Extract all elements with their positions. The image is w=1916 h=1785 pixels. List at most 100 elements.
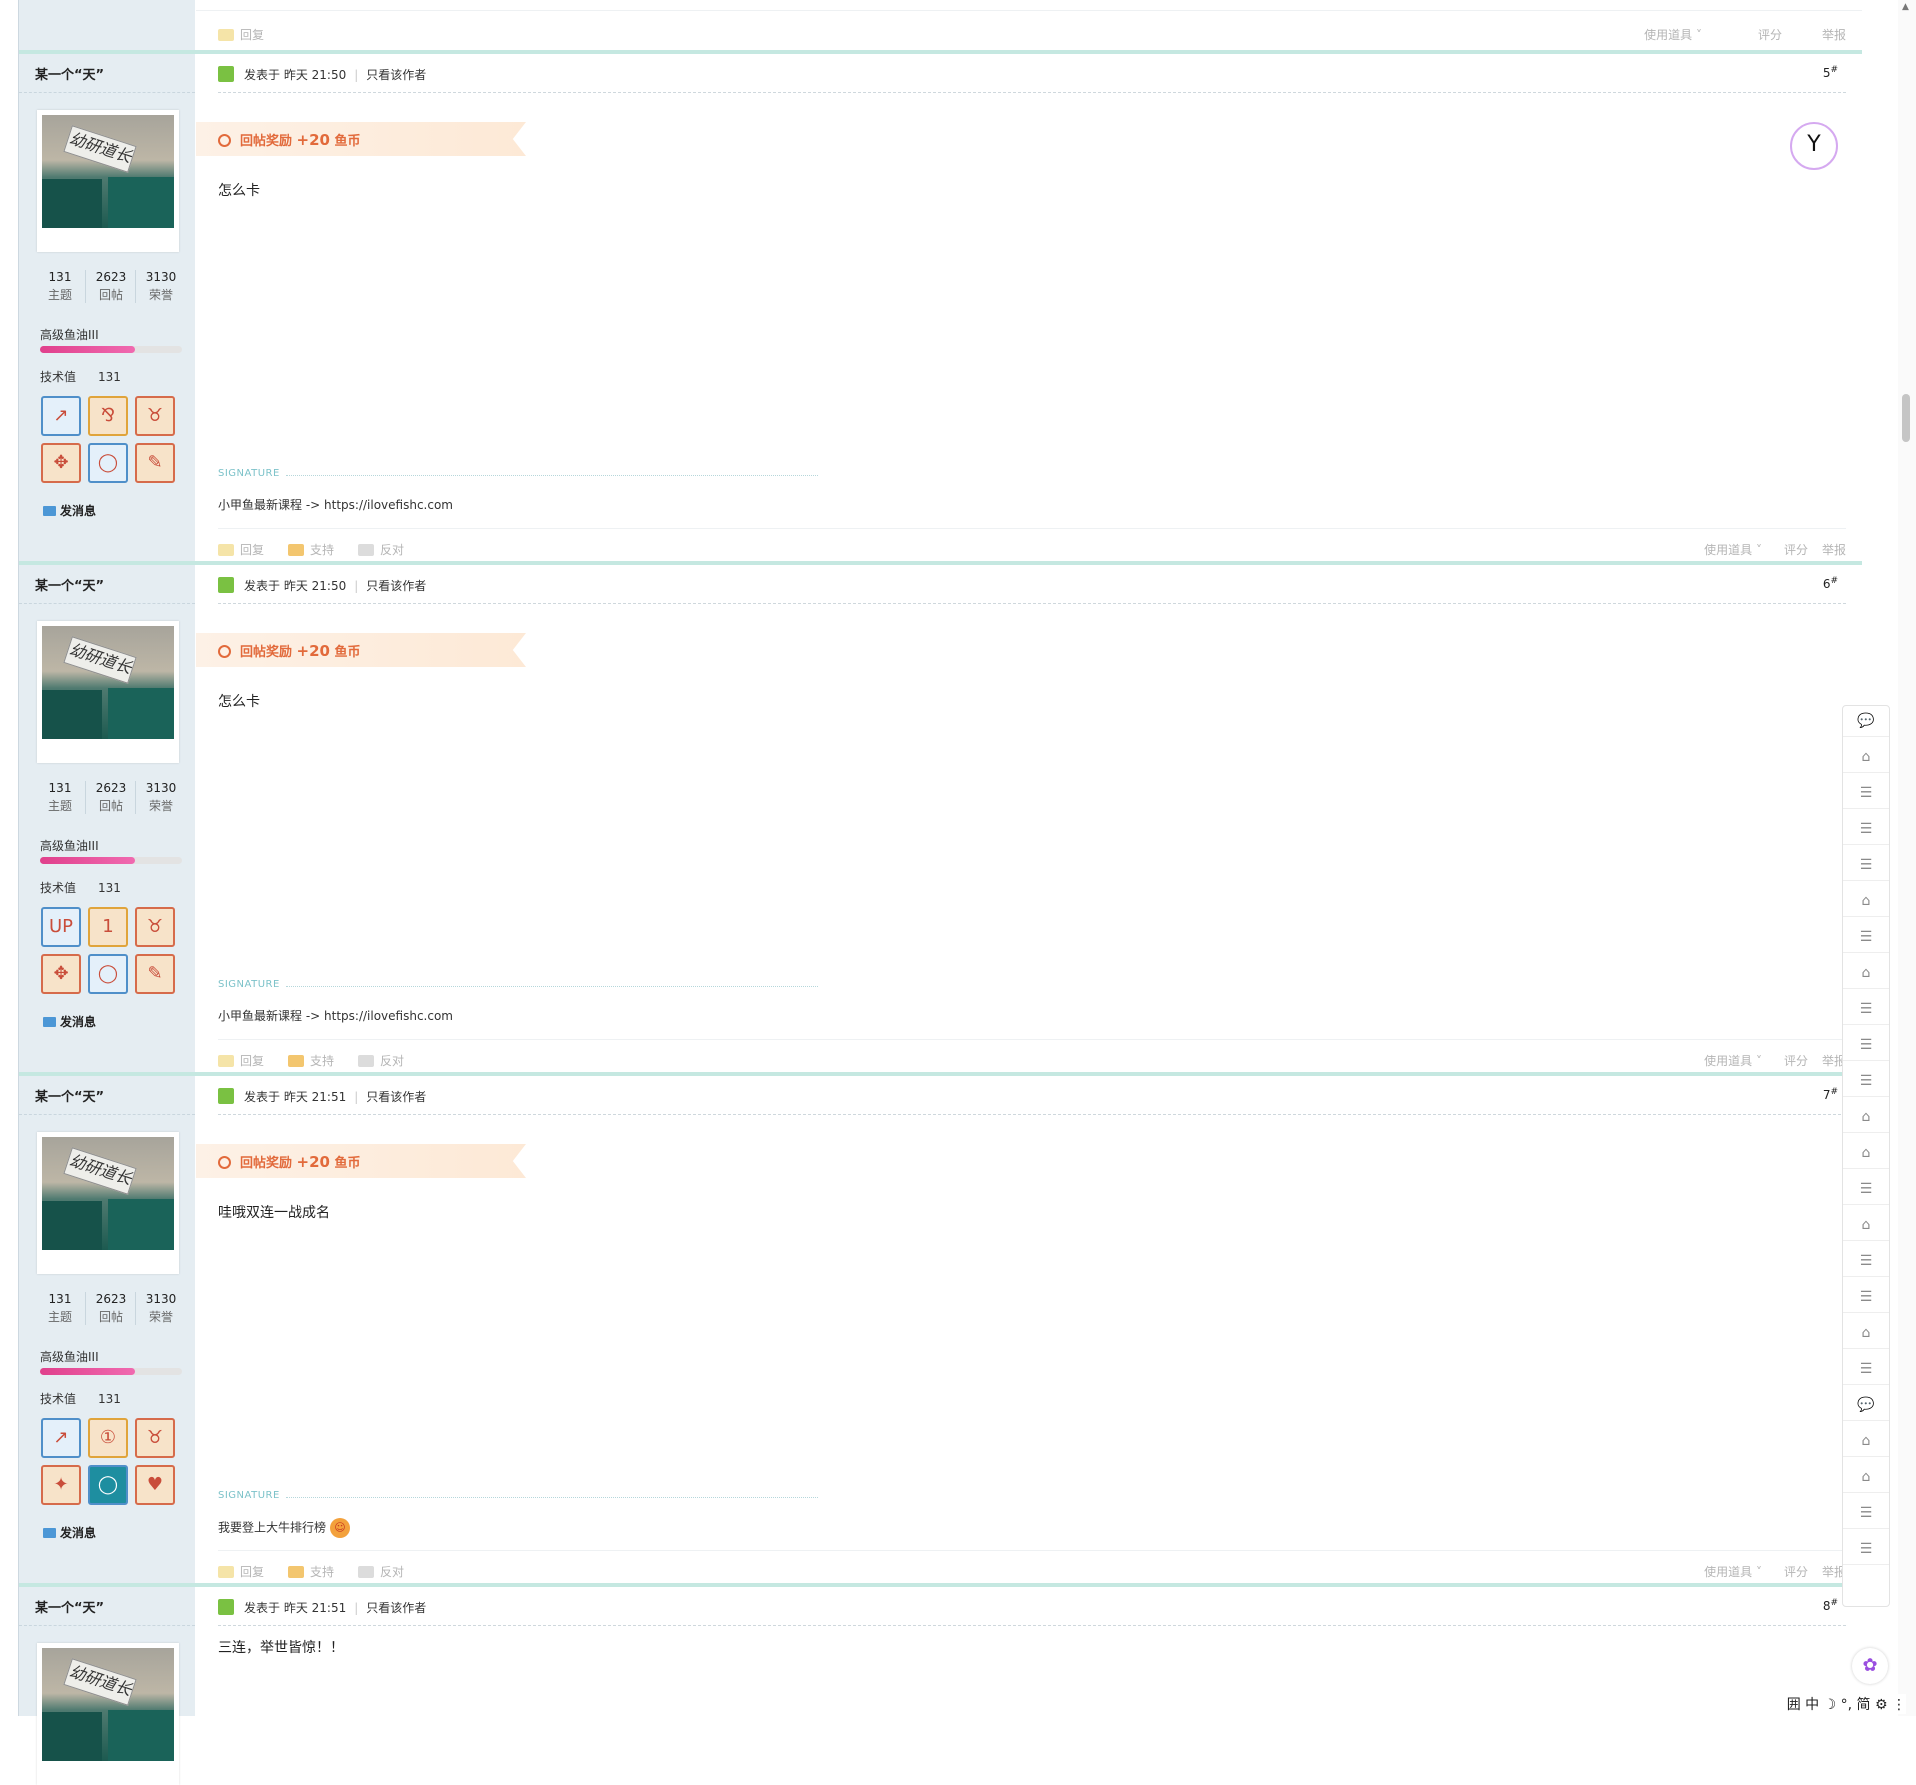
support-button[interactable]: 支持 bbox=[288, 541, 334, 558]
stat-replies[interactable]: 2623 回帖 bbox=[85, 1292, 136, 1325]
reply-button[interactable]: 回复 bbox=[218, 1563, 264, 1580]
avatar[interactable]: 幼研道长 bbox=[37, 110, 179, 252]
stat-threads[interactable]: 131 主题 bbox=[35, 1292, 85, 1325]
comment-icon[interactable]: 💬 bbox=[1843, 1390, 1889, 1421]
medal-icon[interactable]: ✥ bbox=[41, 443, 81, 483]
oppose-button[interactable]: 反对 bbox=[358, 1052, 404, 1069]
page-scrollbar[interactable]: ▲ bbox=[1898, 0, 1916, 1716]
medal-icon[interactable]: ↗ bbox=[41, 1418, 81, 1458]
back-to-top-icon[interactable]: ⌂ bbox=[1843, 1318, 1889, 1349]
author-name[interactable]: 某一个“天” bbox=[35, 1597, 104, 1616]
list-icon[interactable]: ☰ bbox=[1843, 1246, 1889, 1277]
brain-icon[interactable]: ✿ bbox=[1852, 1648, 1888, 1684]
user-rank[interactable]: 高级鱼油III bbox=[40, 837, 99, 854]
stat-threads[interactable]: 131 主题 bbox=[35, 781, 85, 814]
signature-text[interactable]: 小甲鱼最新课程 -> https://ilovefishc.com bbox=[218, 1007, 453, 1024]
avatar[interactable]: 幼研道长 bbox=[37, 621, 179, 763]
floor-number[interactable]: 8# bbox=[1823, 1598, 1838, 1613]
only-author-link[interactable]: 只看该作者 bbox=[366, 68, 426, 82]
reply-button[interactable]: 回复 bbox=[218, 26, 264, 43]
use-tool-button[interactable]: 使用道具 ˅ bbox=[1704, 1563, 1762, 1580]
medal-icon[interactable]: ◯ bbox=[88, 443, 128, 483]
list-icon[interactable]: ☰ bbox=[1843, 1282, 1889, 1313]
list-icon[interactable]: ☰ bbox=[1843, 1534, 1889, 1565]
list-icon[interactable]: ☰ bbox=[1843, 1030, 1889, 1061]
ime-toolbar[interactable]: 囲 中 ☽ °, 简 ⚙ ⋮ bbox=[1786, 1694, 1906, 1714]
user-rank[interactable]: 高级鱼油III bbox=[40, 1348, 99, 1365]
support-button[interactable]: 支持 bbox=[288, 1563, 334, 1580]
back-to-top-icon[interactable]: ⌂ bbox=[1843, 742, 1889, 773]
use-tool-button[interactable]: 使用道具 ˅ bbox=[1704, 1052, 1762, 1069]
medal-icon[interactable]: ✥ bbox=[41, 954, 81, 994]
author-name[interactable]: 某一个“天” bbox=[35, 575, 104, 594]
list-icon[interactable]: ☰ bbox=[1843, 994, 1889, 1025]
list-icon[interactable]: ☰ bbox=[1843, 778, 1889, 809]
only-author-link[interactable]: 只看该作者 bbox=[366, 579, 426, 593]
medal-icon[interactable]: ⅋ bbox=[88, 396, 128, 436]
stat-replies[interactable]: 2623 回帖 bbox=[85, 270, 136, 303]
only-author-link[interactable]: 只看该作者 bbox=[366, 1601, 426, 1615]
medal-icon[interactable]: ◯ bbox=[88, 954, 128, 994]
send-message-link[interactable]: 发消息 bbox=[43, 1524, 96, 1541]
back-to-top-icon[interactable]: ⌂ bbox=[1843, 1102, 1889, 1133]
only-author-link[interactable]: 只看该作者 bbox=[366, 1090, 426, 1104]
rate-button[interactable]: 评分 bbox=[1784, 1052, 1808, 1069]
list-icon[interactable]: ☰ bbox=[1843, 1498, 1889, 1529]
medal-icon[interactable]: ✦ bbox=[41, 1465, 81, 1505]
medal-icon[interactable]: UP bbox=[41, 907, 81, 947]
oppose-button[interactable]: 反对 bbox=[358, 1563, 404, 1580]
avatar[interactable]: 幼研道长 bbox=[37, 1132, 179, 1274]
medal-icon[interactable]: ♉ bbox=[135, 1418, 175, 1458]
user-rank[interactable]: 高级鱼油III bbox=[40, 326, 99, 343]
stat-replies[interactable]: 2623 回帖 bbox=[85, 781, 136, 814]
medal-icon[interactable]: ♥ bbox=[135, 1465, 175, 1505]
list-icon[interactable]: ☰ bbox=[1843, 1174, 1889, 1205]
signature-text[interactable]: 小甲鱼最新课程 -> https://ilovefishc.com bbox=[218, 496, 453, 513]
comment-icon[interactable]: 💬 bbox=[1843, 706, 1889, 737]
rate-button[interactable]: 评分 bbox=[1758, 26, 1782, 43]
list-icon[interactable]: ☰ bbox=[1843, 922, 1889, 953]
scrollbar-thumb[interactable] bbox=[1902, 394, 1910, 442]
medal-icon[interactable]: ✎ bbox=[135, 954, 175, 994]
author-name[interactable]: 某一个“天” bbox=[35, 1086, 104, 1105]
medal-icon[interactable]: ↗ bbox=[41, 396, 81, 436]
stat-honor[interactable]: 3130 荣誉 bbox=[135, 781, 186, 814]
back-to-top-icon[interactable]: ⌂ bbox=[1843, 1426, 1889, 1457]
reply-button[interactable]: 回复 bbox=[218, 1052, 264, 1069]
report-button[interactable]: 举报 bbox=[1822, 26, 1846, 43]
signature-text[interactable]: 我要登上大牛排行榜 ☺ bbox=[218, 1518, 351, 1538]
medal-icon[interactable]: ♉ bbox=[135, 396, 175, 436]
stat-honor[interactable]: 3130 荣誉 bbox=[135, 1292, 186, 1325]
back-to-top-icon[interactable]: ⌂ bbox=[1843, 1462, 1889, 1493]
send-message-link[interactable]: 发消息 bbox=[43, 502, 96, 519]
list-icon[interactable]: ☰ bbox=[1843, 1354, 1889, 1385]
medal-icon[interactable]: ◯ bbox=[88, 1465, 128, 1505]
back-to-top-icon[interactable]: ⌂ bbox=[1843, 886, 1889, 917]
reply-button[interactable]: 回复 bbox=[218, 541, 264, 558]
back-to-top-icon[interactable]: ⌂ bbox=[1843, 1138, 1889, 1169]
medal-icon[interactable]: ✎ bbox=[135, 443, 175, 483]
list-icon[interactable]: ☰ bbox=[1843, 850, 1889, 881]
author-name[interactable]: 某一个“天” bbox=[35, 64, 104, 83]
back-to-top-icon[interactable]: ⌂ bbox=[1843, 1210, 1889, 1241]
use-tool-button[interactable]: 使用道具 ˅ bbox=[1644, 26, 1702, 43]
medal-icon[interactable]: ♉ bbox=[135, 907, 175, 947]
scroll-up-icon[interactable]: ▲ bbox=[1902, 2, 1909, 12]
stat-threads[interactable]: 131 主题 bbox=[35, 270, 85, 303]
medal-icon[interactable]: ① bbox=[88, 1418, 128, 1458]
support-button[interactable]: 支持 bbox=[288, 1052, 334, 1069]
send-message-link[interactable]: 发消息 bbox=[43, 1013, 96, 1030]
floor-number[interactable]: 5# bbox=[1823, 65, 1838, 80]
floor-number[interactable]: 7# bbox=[1823, 1087, 1838, 1102]
floor-number[interactable]: 6# bbox=[1823, 576, 1838, 591]
rate-button[interactable]: 评分 bbox=[1784, 1563, 1808, 1580]
back-to-top-icon[interactable]: ⌂ bbox=[1843, 958, 1889, 989]
use-tool-button[interactable]: 使用道具 ˅ bbox=[1704, 541, 1762, 558]
stat-honor[interactable]: 3130 荣誉 bbox=[135, 270, 186, 303]
rate-button[interactable]: 评分 bbox=[1784, 541, 1808, 558]
avatar[interactable]: 幼研道长 bbox=[37, 1643, 179, 1785]
fishc-logo-icon[interactable]: Y bbox=[1790, 122, 1838, 170]
list-icon[interactable]: ☰ bbox=[1843, 1066, 1889, 1097]
report-button[interactable]: 举报 bbox=[1822, 541, 1846, 558]
list-icon[interactable]: ☰ bbox=[1843, 814, 1889, 845]
